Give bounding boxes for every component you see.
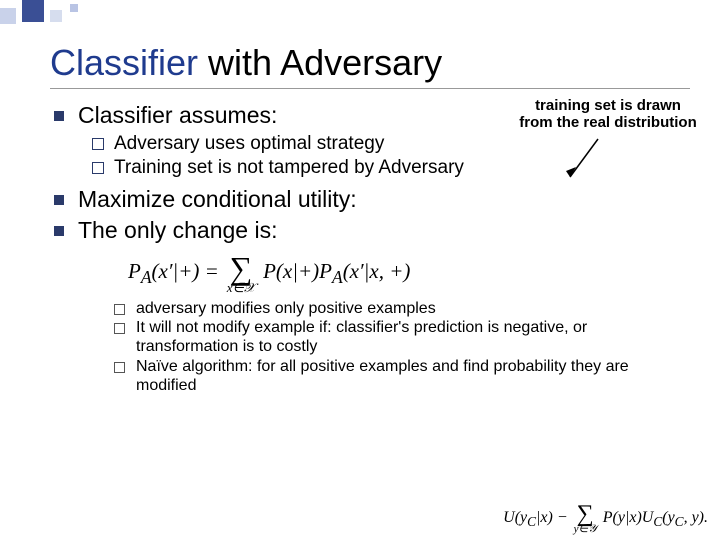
sub-bullet-1: adversary modifies only positive example… — [114, 299, 690, 318]
f-rhs1: P(x|+)P — [263, 259, 332, 283]
bullet-2: Maximize conditional utility: — [50, 185, 690, 214]
sub-bullet-list: adversary modifies only positive example… — [114, 299, 690, 395]
title-rest: with Adversary — [198, 42, 442, 83]
f-rhs2: (x′|x, +) — [343, 259, 411, 283]
slide-body: training set is drawn from the real dist… — [50, 101, 690, 395]
slide-decoration — [0, 0, 220, 30]
fc-rhs3: , y). — [684, 509, 708, 526]
f-lhs-sub: A — [141, 267, 152, 287]
formula-main: PA(x′|+) = ∑ x∈𝒳 P(x|+)PA(x′|x, +) — [128, 255, 690, 293]
sub-bullet-3: Naïve algorithm: for all positive exampl… — [114, 357, 690, 395]
title-rule — [50, 88, 690, 89]
fc-lhs2: |x) − — [536, 509, 568, 526]
sub-bullet-2: It will not modify example if: classifie… — [114, 318, 690, 356]
fc-lhs: U(y — [503, 509, 527, 526]
sigma-corner-icon: ∑ y∈𝒴 — [574, 504, 597, 534]
bullet-1-text: Classifier assumes: — [78, 102, 277, 128]
f-lhs-arg: (x′|+) = — [152, 259, 219, 283]
bullet-1a: Adversary uses optimal strategy — [90, 132, 690, 156]
bullet-list: Classifier assumes: Adversary uses optim… — [50, 101, 690, 245]
f-rhs1-sub: A — [332, 267, 343, 287]
formula-corner: U(yC|x) − ∑ y∈𝒴 P(y|x)UC(yC, y). — [503, 504, 708, 534]
fc-sum-sub: y∈𝒴 — [574, 525, 597, 534]
f-sum-sub: x∈𝒳 — [227, 282, 255, 293]
bullet-3: The only change is: — [50, 216, 690, 245]
fc-rhs2-sub: C — [675, 514, 684, 529]
title-accent: Classifier — [50, 42, 198, 83]
bullet-1: Classifier assumes: Adversary uses optim… — [50, 101, 690, 179]
fc-rhs: P(y|x)U — [603, 509, 654, 526]
f-lhs: P — [128, 259, 141, 283]
sublist-1: Adversary uses optimal strategy Training… — [90, 132, 690, 180]
bullet-1b: Training set is not tampered by Adversar… — [90, 156, 690, 180]
fc-rhs2: (y — [662, 509, 674, 526]
fc-rhs-sub: C — [653, 514, 662, 529]
slide-title: Classifier with Adversary — [50, 42, 690, 84]
fc-lhs-sub: C — [527, 514, 536, 529]
sigma-icon: ∑ x∈𝒳 — [227, 255, 255, 293]
